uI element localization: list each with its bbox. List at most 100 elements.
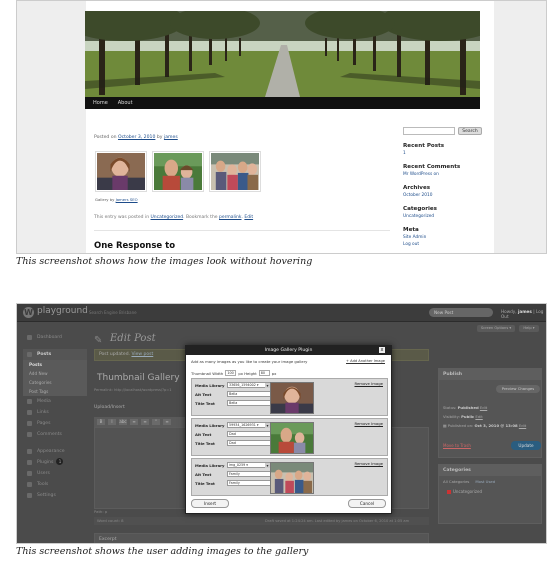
site-subtitle: Search Engine Brisbane xyxy=(89,310,137,315)
menu-plugins[interactable]: Plugins 1 xyxy=(23,457,87,468)
menu-appearance[interactable]: Appearance xyxy=(23,446,87,457)
divider xyxy=(94,230,390,231)
bold-button[interactable]: B xyxy=(97,419,105,425)
admin-header: W playground Search Engine Brisbane New … xyxy=(17,304,546,322)
gallery-credit-link[interactable]: Jamers SEO xyxy=(116,197,138,202)
post-date-link[interactable]: October 3, 2010 xyxy=(118,135,155,140)
search-button[interactable]: Search xyxy=(458,127,482,135)
category-link[interactable]: Uncategorized xyxy=(403,214,493,219)
categories-heading: Categories xyxy=(439,465,541,476)
alt-text-label: Alt Text xyxy=(195,471,212,477)
gallery-credit: Gallery by Jamers SEO xyxy=(95,197,138,202)
categories-box: Categories All Categories Most Used Unca… xyxy=(438,464,542,524)
alt-text-input[interactable]: Dad xyxy=(227,431,271,437)
italic-button[interactable]: I xyxy=(108,419,116,425)
title-text-input[interactable]: Family xyxy=(227,480,271,486)
menu-users[interactable]: Users xyxy=(23,468,87,479)
update-button[interactable]: Update xyxy=(511,441,541,450)
screen-options-button[interactable]: Screen Options ▾ xyxy=(477,325,515,332)
excerpt-box[interactable]: Excerpt xyxy=(94,533,429,543)
help-button[interactable]: Help ▾ xyxy=(519,325,539,332)
bullet-list-button[interactable]: ≡ xyxy=(130,419,138,425)
permalink-link[interactable]: permalink xyxy=(219,215,242,220)
blockquote-button[interactable]: “ xyxy=(152,419,160,425)
edit-link[interactable]: Edit xyxy=(244,215,253,220)
post-author-link[interactable]: james xyxy=(164,135,178,140)
image-preview xyxy=(270,422,314,454)
submenu-post-tags[interactable]: Post Tags xyxy=(23,387,87,396)
status-edit-link[interactable]: Edit xyxy=(480,405,487,410)
add-another-image-link[interactable]: + Add Another Image xyxy=(346,359,385,363)
media-library-select[interactable]: 59934_1626931 ▾ xyxy=(227,422,271,428)
submenu-categories[interactable]: Categories xyxy=(23,378,87,387)
wordpress-logo-icon: W xyxy=(23,307,34,318)
search-form: Search xyxy=(403,127,493,135)
published-on-edit-link[interactable]: Edit xyxy=(519,423,526,428)
gallery-thumbnail[interactable] xyxy=(95,151,147,192)
post-title-input[interactable]: Thumbnail Gallery xyxy=(94,370,194,386)
image-preview xyxy=(270,462,314,494)
modal-title: Image Gallery Plugin xyxy=(264,348,313,353)
menu-media[interactable]: Media xyxy=(23,396,87,407)
site-title[interactable]: playground xyxy=(37,306,88,316)
tab-most-used[interactable]: Most Used xyxy=(475,479,495,484)
alt-text-input[interactable]: Family xyxy=(227,471,271,477)
media-library-select[interactable]: img_0259 ▾ xyxy=(227,462,271,468)
align-button[interactable]: ≡ xyxy=(163,419,171,425)
menu-plugins-label: Plugins xyxy=(37,460,54,465)
gallery-thumbnail[interactable] xyxy=(209,151,261,192)
upload-insert-label[interactable]: Upload/Insert xyxy=(94,405,125,410)
cancel-button[interactable]: Cancel xyxy=(348,499,386,508)
search-input[interactable] xyxy=(403,127,455,135)
menu-comments[interactable]: Comments xyxy=(23,429,87,440)
log-out-link[interactable]: Log out xyxy=(403,242,493,247)
caption-adding-images: This screenshot shows the user adding im… xyxy=(16,546,309,557)
move-to-trash-link[interactable]: Move to Trash xyxy=(443,443,471,448)
preview-changes-button[interactable]: Preview Changes xyxy=(496,385,540,393)
gallery-thumbnail[interactable] xyxy=(152,151,204,192)
menu-dashboard[interactable]: Dashboard xyxy=(23,332,87,343)
title-text-label: Title Text xyxy=(195,400,215,406)
published-on-label: Published on: xyxy=(447,423,475,428)
thumbnail-dimensions: Thumbnail Width 100 px Height 80 px xyxy=(191,370,276,376)
remove-image-link[interactable]: Remove Image xyxy=(354,381,383,386)
menu-tools[interactable]: Tools xyxy=(23,479,87,490)
menu-pages[interactable]: Pages xyxy=(23,418,87,429)
title-text-input[interactable]: Dad xyxy=(227,440,271,446)
new-post-select[interactable]: New Post xyxy=(429,308,493,317)
howdy-user[interactable]: james xyxy=(518,309,532,314)
publish-box: Publish Preview Changes Status: Publishe… xyxy=(438,368,542,458)
category-link[interactable]: Uncategorized xyxy=(150,215,183,220)
submenu-add-new[interactable]: Add New xyxy=(23,369,87,378)
tab-all-categories[interactable]: All Categories xyxy=(443,479,469,484)
nav-about[interactable]: About xyxy=(118,100,133,106)
submenu-posts[interactable]: Posts xyxy=(23,360,87,369)
thumb-height-input[interactable]: 80 xyxy=(258,370,270,376)
remove-image-link[interactable]: Remove Image xyxy=(354,421,383,426)
recent-post-link[interactable]: 1 xyxy=(403,151,493,156)
menu-links[interactable]: Links xyxy=(23,407,87,418)
nav-home[interactable]: Home xyxy=(93,100,108,106)
alt-text-input[interactable]: Bella xyxy=(227,391,271,397)
visibility-edit-link[interactable]: Edit xyxy=(475,414,482,419)
title-text-input[interactable]: Bella xyxy=(227,400,271,406)
strikethrough-button[interactable]: abc xyxy=(119,419,127,425)
menu-settings[interactable]: Settings xyxy=(23,490,87,501)
media-library-row: Media Library 59934_1626931 ▾ xyxy=(195,422,271,428)
close-icon[interactable]: x xyxy=(379,347,385,353)
menu-posts[interactable]: Posts xyxy=(23,349,87,360)
site-admin-link[interactable]: Site Admin xyxy=(403,235,493,240)
entry-footer-prefix: This entry was posted in xyxy=(94,215,151,220)
category-checkbox[interactable]: Uncategorized xyxy=(447,489,482,494)
plugins-update-badge: 1 xyxy=(56,458,64,465)
media-library-select[interactable]: 33656_1594002 ▾ xyxy=(227,382,271,388)
recent-comment-link[interactable]: Mr WordPress on xyxy=(403,172,493,177)
thumb-width-input[interactable]: 100 xyxy=(225,370,237,376)
responses-heading: One Response to xyxy=(94,241,176,251)
numbered-list-button[interactable]: ≡ xyxy=(141,419,149,425)
remove-image-link[interactable]: Remove Image xyxy=(354,461,383,466)
view-post-link[interactable]: View post xyxy=(131,352,153,357)
image-entry: Media Libraryimg_0259 ▾ Alt Text Family T… xyxy=(191,458,388,496)
archive-link[interactable]: October 2010 xyxy=(403,193,493,198)
insert-button[interactable]: Insert xyxy=(191,499,229,508)
